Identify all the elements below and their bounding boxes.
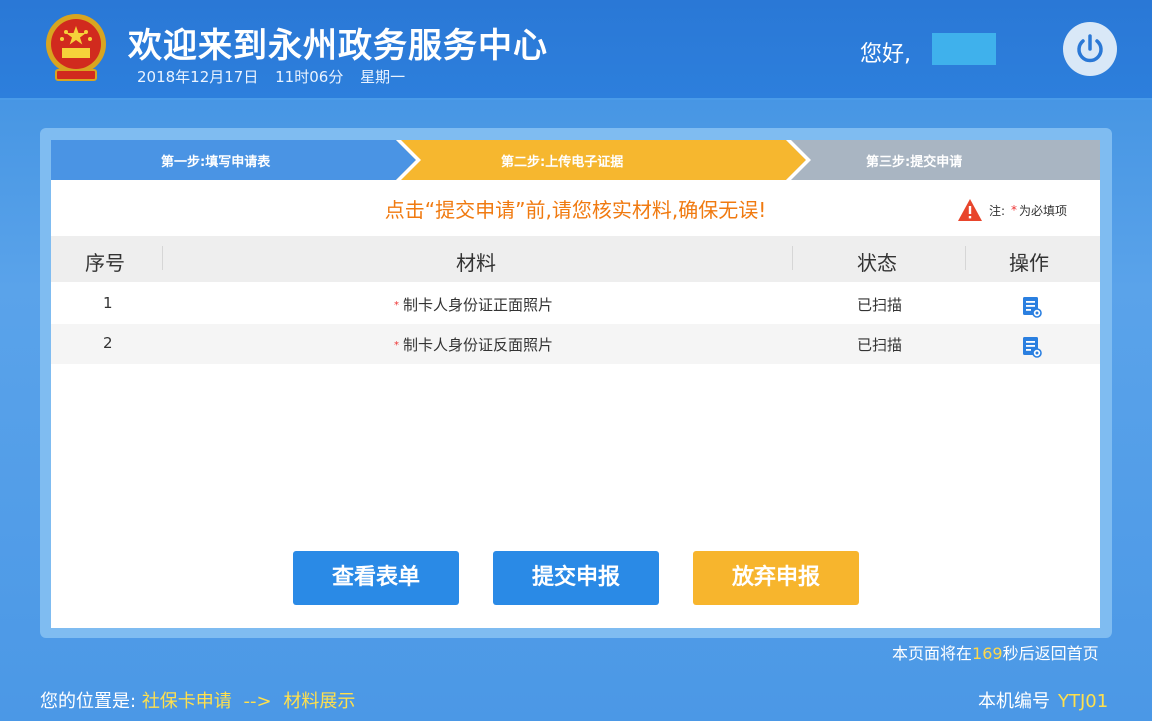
required-note: 注: * 为必填项 <box>957 198 1067 222</box>
breadcrumb-prefix: 您的位置是: <box>40 691 137 712</box>
material-name: 制卡人身份证反面照片 <box>403 336 554 354</box>
current-date: 2018年12月17日 <box>137 68 259 86</box>
page-title: 欢迎来到永州政务服务中心 <box>128 26 548 66</box>
row-index: 1 <box>103 294 113 312</box>
step-3-label: 第三步:提交申请 <box>866 155 963 170</box>
column-header-index: 序号 <box>85 251 125 275</box>
row-material: * 制卡人身份证正面照片 <box>394 294 553 315</box>
required-note-prefix: 注: <box>989 203 1006 218</box>
column-header-status: 状态 <box>857 251 897 275</box>
row-index: 2 <box>103 334 113 352</box>
username-redacted <box>932 33 996 65</box>
machine-label: 本机编号 <box>978 691 1050 712</box>
document-view-icon[interactable] <box>1022 336 1042 358</box>
row-status: 已扫描 <box>857 296 903 314</box>
table-row: 2 * 制卡人身份证反面照片 已扫描 <box>51 324 1100 364</box>
view-form-button[interactable]: 查看表单 <box>293 551 459 605</box>
top-header: 欢迎来到永州政务服务中心 2018年12月17日 11时06分 星期一 您好, <box>0 0 1152 100</box>
power-button[interactable] <box>1063 22 1117 76</box>
required-star: * <box>394 340 399 351</box>
table-row: 1 * 制卡人身份证正面照片 已扫描 <box>51 284 1100 324</box>
breadcrumb: 您的位置是: 社保卡申请 --> 材料展示 <box>40 687 355 713</box>
required-star: * <box>1011 203 1018 217</box>
step-progress: 第一步:填写申请表 第二步:上传电子证据 第三步:提交申请 <box>51 140 1100 180</box>
countdown-prefix: 本页面将在 <box>892 644 973 663</box>
return-countdown: 本页面将在169秒后返回首页 <box>892 640 1099 664</box>
column-divider <box>792 246 793 270</box>
verify-notice: 点击“提交申请”前,请您核实材料,确保无误! <box>384 198 767 222</box>
greeting-text: 您好, <box>860 42 911 67</box>
column-header-material: 材料 <box>456 251 496 275</box>
current-weekday: 星期一 <box>360 68 406 86</box>
table-header: 序号 材料 状态 操作 <box>51 236 1100 282</box>
required-note-text: 为必填项 <box>1019 203 1068 218</box>
countdown-suffix: 秒后返回首页 <box>1002 644 1099 663</box>
column-header-action: 操作 <box>1009 251 1049 275</box>
row-status: 已扫描 <box>857 336 903 354</box>
abandon-button[interactable]: 放弃申报 <box>693 551 859 605</box>
row-material: * 制卡人身份证反面照片 <box>394 334 553 355</box>
document-view-icon[interactable] <box>1022 296 1042 318</box>
material-name: 制卡人身份证正面照片 <box>403 296 554 314</box>
power-icon <box>1077 34 1103 63</box>
submit-button[interactable]: 提交申报 <box>493 551 659 605</box>
breadcrumb-social-card[interactable]: 社保卡申请 <box>142 691 232 712</box>
machine-id: 本机编号 YTJ01 <box>978 687 1108 713</box>
current-time: 11时06分 <box>275 68 344 86</box>
main-panel: 第一步:填写申请表 第二步:上传电子证据 第三步:提交申请 点击“提交申请”前,… <box>51 140 1100 628</box>
breadcrumb-arrow: --> <box>243 691 272 712</box>
column-divider <box>162 246 163 270</box>
machine-code: YTJ01 <box>1058 691 1109 712</box>
column-divider <box>965 246 966 270</box>
required-star: * <box>394 300 399 311</box>
step-1-label: 第一步:填写申请表 <box>161 155 271 170</box>
breadcrumb-materials[interactable]: 材料展示 <box>283 691 355 712</box>
national-emblem-icon <box>46 14 106 81</box>
countdown-seconds: 169 <box>972 644 1003 663</box>
warning-icon <box>958 199 982 221</box>
date-time: 2018年12月17日 11时06分 星期一 <box>137 66 417 87</box>
step-2-label: 第二步:上传电子证据 <box>501 155 624 170</box>
